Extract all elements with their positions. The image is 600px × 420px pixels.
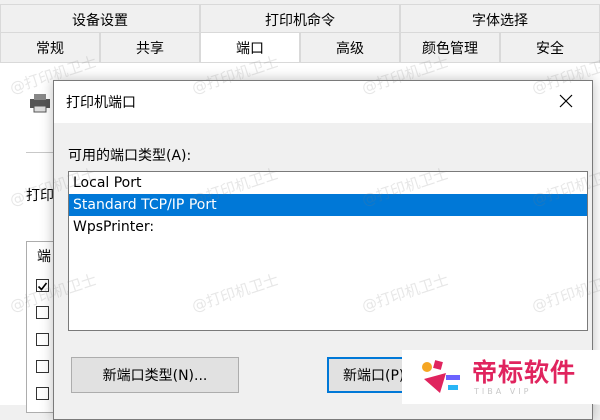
available-port-types-label: 可用的端口类型(A): bbox=[68, 148, 192, 164]
dialog-title: 打印机端口 bbox=[66, 95, 136, 111]
port-types-listbox[interactable]: Local Port Standard TCP/IP Port WpsPrint… bbox=[68, 171, 588, 331]
logo-subtitle: TIBA VIP bbox=[474, 386, 532, 396]
tab-device-settings[interactable]: 设备设置 bbox=[0, 4, 200, 34]
tab-row-top: 设备设置 打印机命令 字体选择 bbox=[0, 4, 600, 34]
tab-color-management[interactable]: 颜色管理 bbox=[400, 32, 500, 62]
new-port-type-button[interactable]: 新端口类型(N)... bbox=[71, 357, 239, 393]
port-checkbox[interactable] bbox=[36, 306, 49, 319]
port-checkbox[interactable] bbox=[36, 360, 49, 373]
partial-printer-label: 打印 bbox=[26, 188, 54, 204]
tab-security[interactable]: 安全 bbox=[500, 32, 600, 62]
tab-font-selection[interactable]: 字体选择 bbox=[400, 4, 600, 34]
close-button[interactable] bbox=[554, 89, 578, 113]
tab-general[interactable]: 常规 bbox=[0, 32, 100, 62]
logo-mark-icon bbox=[422, 360, 460, 393]
list-item-standard-tcpip-port[interactable]: Standard TCP/IP Port bbox=[69, 194, 587, 216]
port-checkbox[interactable] bbox=[36, 387, 49, 400]
tab-ports[interactable]: 端口 bbox=[200, 32, 300, 62]
printer-icon bbox=[30, 94, 50, 113]
list-item-wpsprinter[interactable]: WpsPrinter: bbox=[69, 216, 587, 238]
tab-sharing[interactable]: 共享 bbox=[100, 32, 200, 62]
close-icon bbox=[559, 94, 573, 108]
logo-name: 帝标软件 bbox=[472, 357, 577, 387]
port-checkbox[interactable] bbox=[36, 333, 49, 346]
tab-row-bottom: 常规 共享 端口 高级 颜色管理 安全 bbox=[0, 32, 600, 62]
tab-advanced[interactable]: 高级 bbox=[300, 32, 400, 62]
column-header-port: 端 bbox=[37, 249, 51, 265]
tab-printer-commands[interactable]: 打印机命令 bbox=[200, 4, 400, 34]
checkmark-icon bbox=[37, 282, 48, 291]
list-item-local-port[interactable]: Local Port bbox=[69, 172, 587, 194]
port-checkbox-checked[interactable] bbox=[36, 279, 49, 292]
logo: 帝标软件 TIBA VIP bbox=[402, 350, 600, 404]
